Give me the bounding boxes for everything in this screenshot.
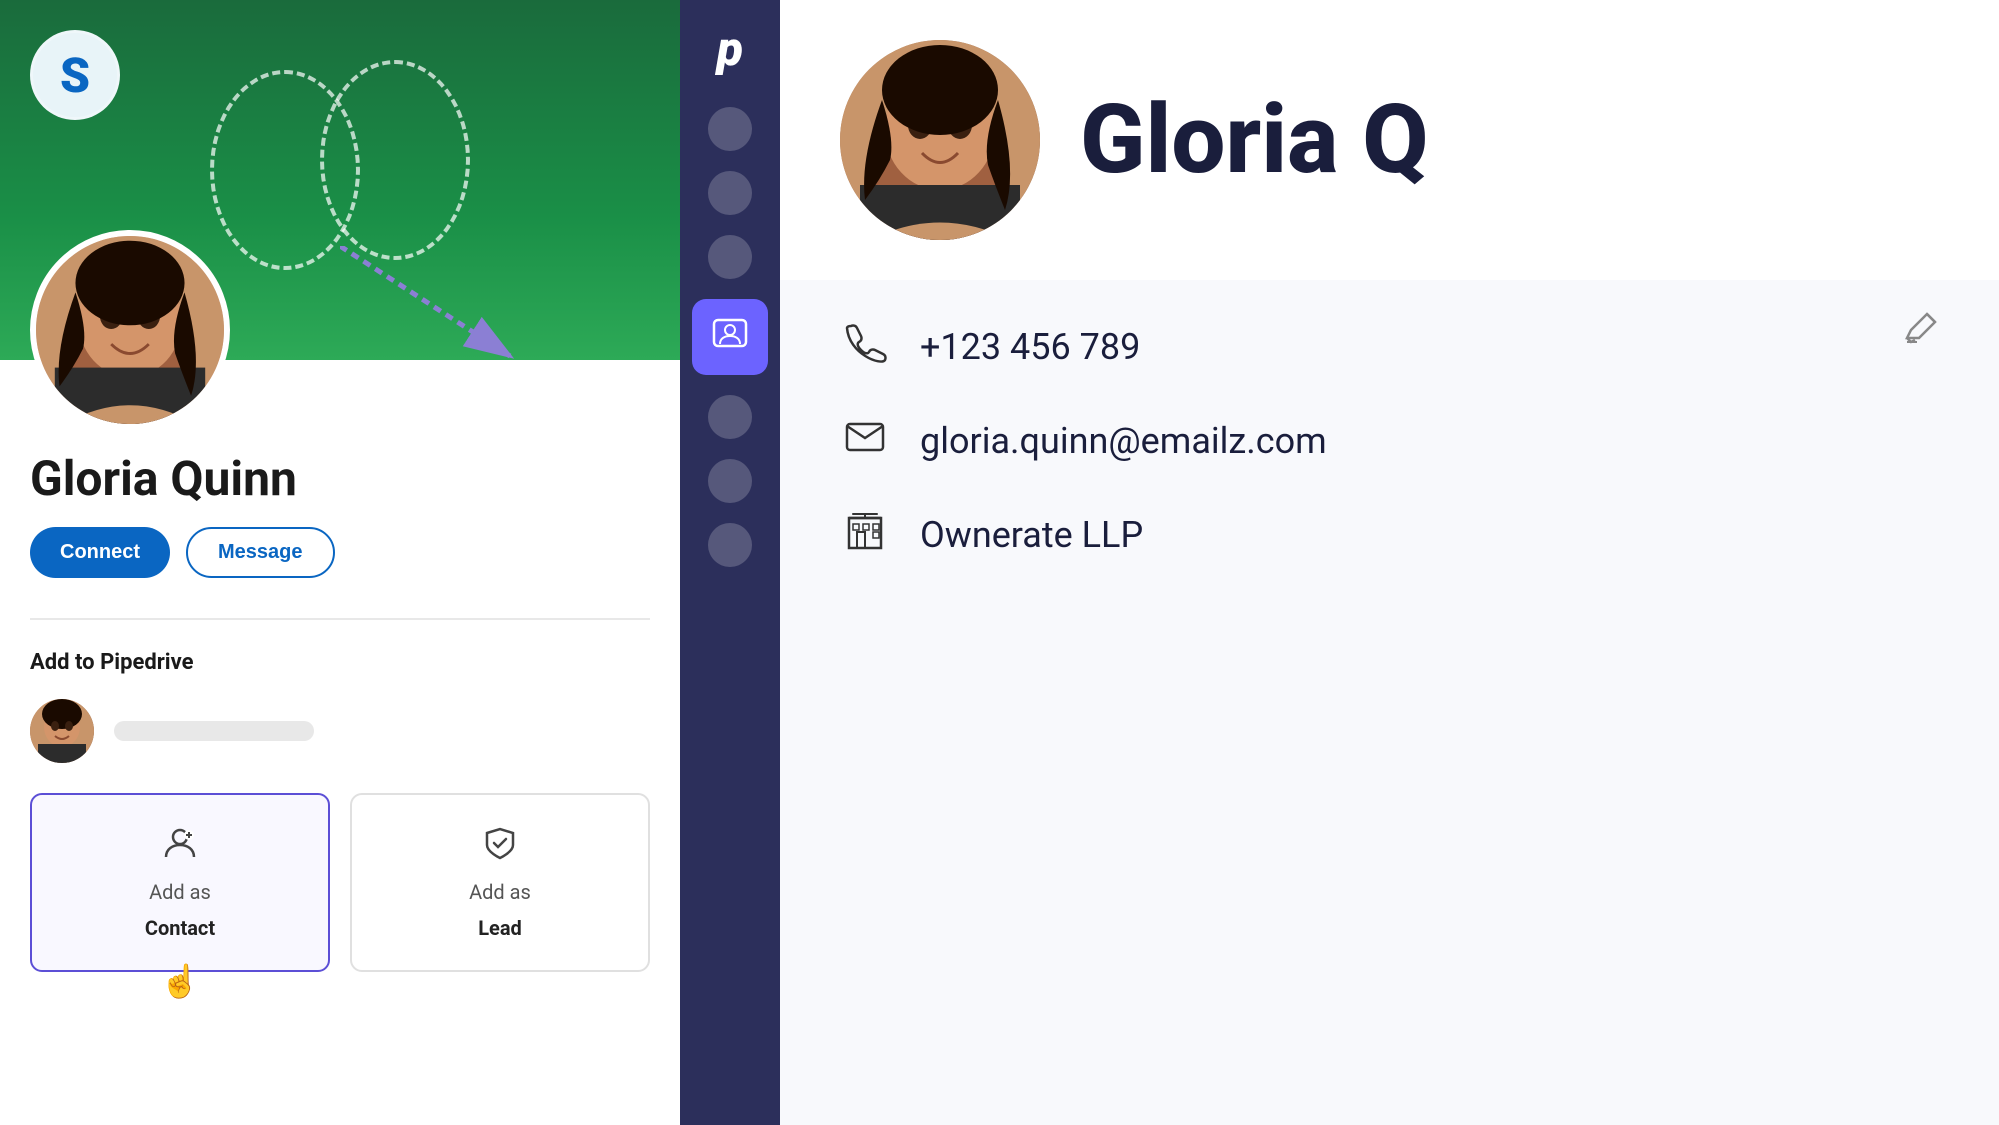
sidebar: p <box>680 0 780 1125</box>
email-icon <box>840 414 890 468</box>
divider <box>30 618 650 620</box>
email-row: gloria.quinn@emailz.com <box>840 414 1939 468</box>
linkedin-logo: S <box>30 30 120 120</box>
message-button[interactable]: Message <box>186 527 335 578</box>
sidebar-contacts-button[interactable] <box>692 299 768 375</box>
phone-row: +123 456 789 <box>840 320 1939 374</box>
add-as-contact-bold: Contact <box>145 916 215 940</box>
phone-icon <box>840 320 890 374</box>
right-avatar-svg <box>840 40 1040 240</box>
profile-avatar-banner <box>30 230 230 430</box>
add-as-lead-button[interactable]: Add as Lead <box>350 793 650 972</box>
right-panel: Gloria Q +123 456 789 <box>780 0 1999 1125</box>
contact-name: Gloria Q <box>1080 92 1939 188</box>
profile-info: Gloria Quinn Connect Message Add to Pipe… <box>0 360 680 992</box>
connect-button[interactable]: Connect <box>30 527 170 578</box>
sidebar-dot-1[interactable] <box>708 107 752 151</box>
add-buttons-row: Add as Contact ☝️ Add as Lead <box>30 793 650 972</box>
mini-avatar-svg <box>30 699 94 763</box>
arrow-svg <box>340 246 540 386</box>
cursor-icon: ☝️ <box>160 962 200 1000</box>
add-as-lead-label: Add as <box>469 880 531 904</box>
sidebar-dot-3[interactable] <box>708 235 752 279</box>
right-content: +123 456 789 gloria.quinn@emailz.com <box>780 280 1999 1125</box>
lead-icon <box>482 825 518 868</box>
company-value: Ownerate LLP <box>920 514 1143 556</box>
edit-button[interactable] <box>1903 310 1939 355</box>
phone-value: +123 456 789 <box>920 326 1140 368</box>
animation-container <box>200 50 500 330</box>
avatar-face-svg <box>36 236 224 424</box>
sidebar-dot-5[interactable] <box>708 459 752 503</box>
contact-icon <box>162 825 198 868</box>
company-icon <box>840 508 890 562</box>
add-as-contact-button[interactable]: Add as Contact ☝️ <box>30 793 330 972</box>
company-row: Ownerate LLP <box>840 508 1939 562</box>
sidebar-dot-2[interactable] <box>708 171 752 215</box>
linkedin-logo-area: S <box>30 30 120 120</box>
add-as-contact-label: Add as <box>149 880 211 904</box>
email-value: gloria.quinn@emailz.com <box>920 420 1327 462</box>
right-header: Gloria Q <box>780 0 1999 280</box>
profile-actions: Connect Message <box>30 527 650 578</box>
loading-bar <box>114 721 314 741</box>
contacts-icon <box>712 318 748 356</box>
mini-avatar <box>30 699 94 763</box>
sidebar-logo: p <box>717 20 743 77</box>
sidebar-dot-4[interactable] <box>708 395 752 439</box>
profile-banner: S <box>0 0 680 360</box>
left-panel: S <box>0 0 680 1125</box>
profile-name: Gloria Quinn <box>30 450 650 507</box>
contact-name-area: Gloria Q <box>1080 92 1939 188</box>
dashed-oval-right <box>320 60 470 260</box>
add-to-pipedrive-label: Add to Pipedrive <box>30 650 650 675</box>
right-avatar <box>840 40 1040 240</box>
sidebar-dot-6[interactable] <box>708 523 752 567</box>
pipedrive-section <box>30 699 650 763</box>
add-as-lead-bold: Lead <box>478 916 522 940</box>
